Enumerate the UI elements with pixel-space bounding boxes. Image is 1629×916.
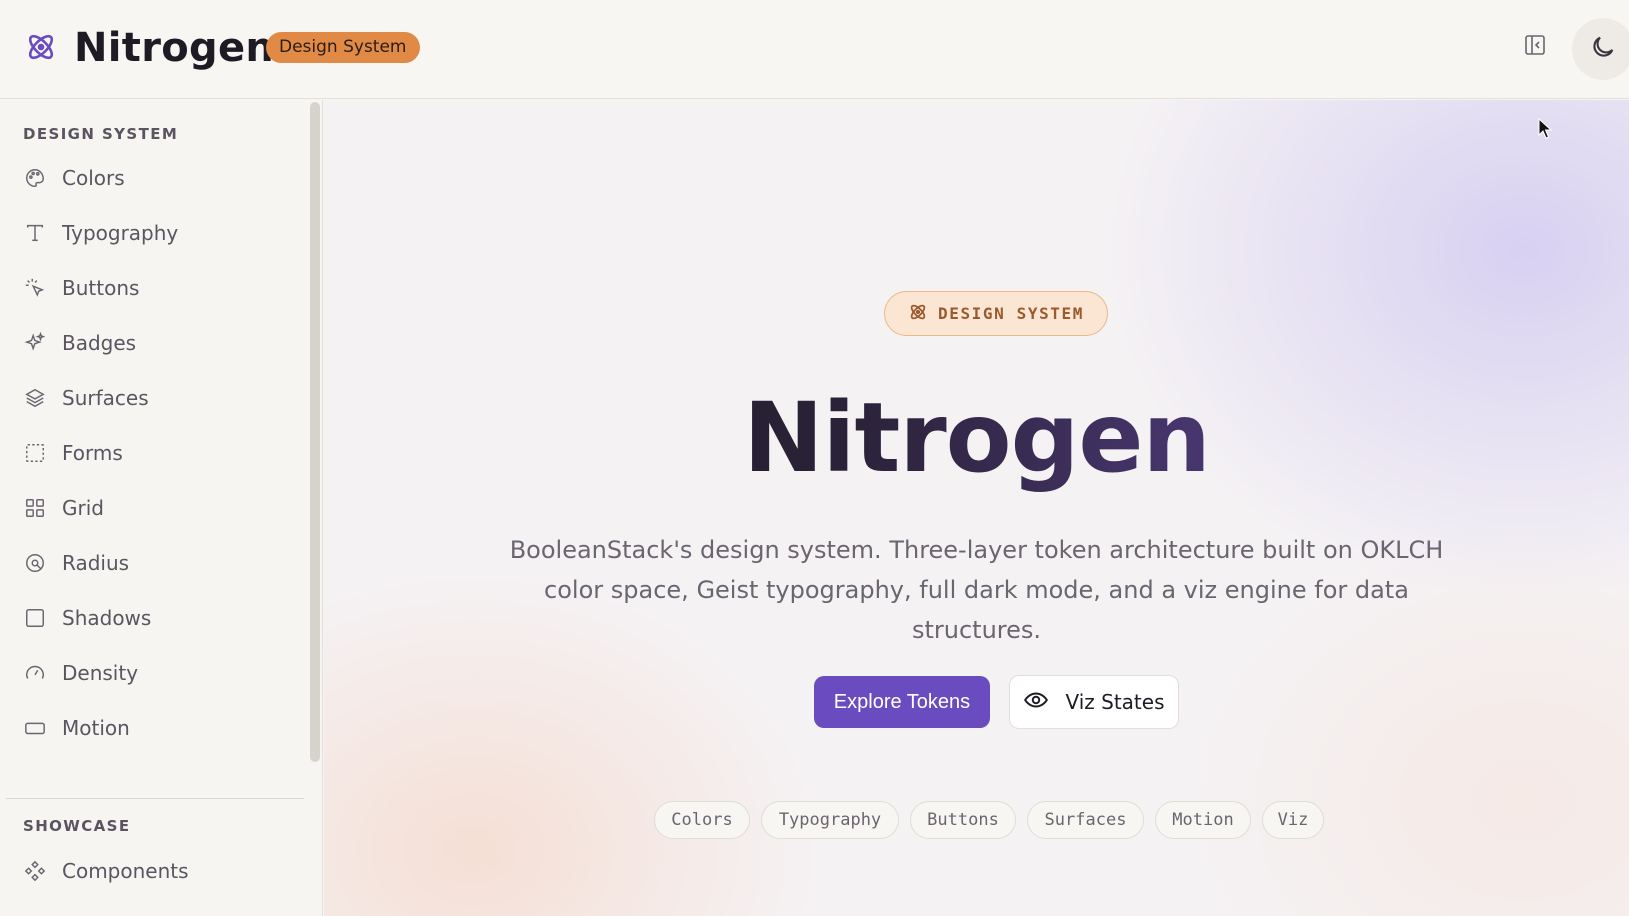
atom-icon [24,30,58,64]
eye-icon [1023,687,1049,717]
sidebar-item-badges[interactable]: Badges [22,323,302,363]
rectangle-icon [22,715,48,741]
sidebar-item-surfaces[interactable]: Surfaces [22,378,302,418]
sidebar-item-grid[interactable]: Grid [22,488,302,528]
sparkles-icon [22,330,48,356]
sidebar-item-label: Forms [62,441,123,465]
type-icon [22,220,48,246]
atom-icon [908,302,928,326]
sidebar-item-label: Radius [62,551,130,575]
pointer-click-icon [22,275,48,301]
moon-icon [1589,33,1617,65]
sidebar-item-radius[interactable]: Radius [22,543,302,583]
chip-motion[interactable]: Motion [1155,801,1251,839]
sidebar-item-components[interactable]: Components [22,851,302,891]
sidebar-item-shadows[interactable]: Shadows [22,598,302,638]
hero-description: BooleanStack's design system. Three-laye… [509,536,1444,644]
hero-badge-label: DESIGN SYSTEM [937,304,1085,323]
chip-typography[interactable]: Typography [761,801,899,839]
gauge-icon [22,660,48,686]
layers-icon [22,385,48,411]
square-icon [22,605,48,631]
components-icon [22,858,48,884]
sidebar-scrollbar[interactable] [310,102,320,762]
sidebar-item-motion[interactable]: Motion [22,708,302,748]
sidebar-item-label: Density [62,661,139,685]
chip-surfaces[interactable]: Surfaces [1027,801,1144,839]
sidebar-section-title: DESIGN SYSTEM [23,125,179,143]
radius-icon [22,550,48,576]
sidebar-item-label: Shadows [62,606,152,630]
viz-states-button[interactable]: Viz States [1009,675,1179,729]
hero-title: Nitrogen [324,383,1629,493]
sidebar-item-density[interactable]: Density [22,653,302,693]
palette-icon [22,165,48,191]
sidebar-item-label: Motion [62,716,130,740]
brand-badge: Design System [266,32,420,63]
brand-name[interactable]: Nitrogen [74,22,274,74]
sidebar-section-title: SHOWCASE [23,817,131,835]
sidebar-item-colors[interactable]: Colors [22,158,302,198]
chip-buttons[interactable]: Buttons [910,801,1016,839]
chip-viz[interactable]: Viz [1262,801,1324,839]
explore-tokens-button[interactable]: Explore Tokens [814,676,990,728]
sidebar-item-label: Buttons [62,276,140,300]
viz-states-label: Viz States [1065,690,1165,714]
mouse-cursor-icon [1538,117,1553,140]
sidebar-toggle-button[interactable] [1518,30,1552,64]
sidebar-item-label: Typography [62,221,179,245]
hero-badge: DESIGN SYSTEM [884,291,1108,336]
sidebar-item-label: Badges [62,331,137,355]
grid-icon [22,495,48,521]
hero-section: DESIGN SYSTEM Nitrogen BooleanStack's de… [324,100,1629,916]
sidebar-item-label: Surfaces [62,386,149,410]
sidebar-item-label: Grid [62,496,104,520]
top-header: Nitrogen Design System [0,0,1629,99]
sidebar-item-buttons[interactable]: Buttons [22,268,302,308]
sidebar-divider [6,798,304,799]
theme-toggle-button[interactable] [1572,18,1629,80]
panel-left-icon [1523,33,1547,61]
sidebar-item-label: Colors [62,166,125,190]
dashed-square-icon [22,440,48,466]
sidebar-item-forms[interactable]: Forms [22,433,302,473]
sidebar: DESIGN SYSTEM Colors Typography Buttons [0,100,323,916]
chip-colors[interactable]: Colors [654,801,750,839]
sidebar-item-label: Components [62,859,189,883]
sidebar-item-typography[interactable]: Typography [22,213,302,253]
